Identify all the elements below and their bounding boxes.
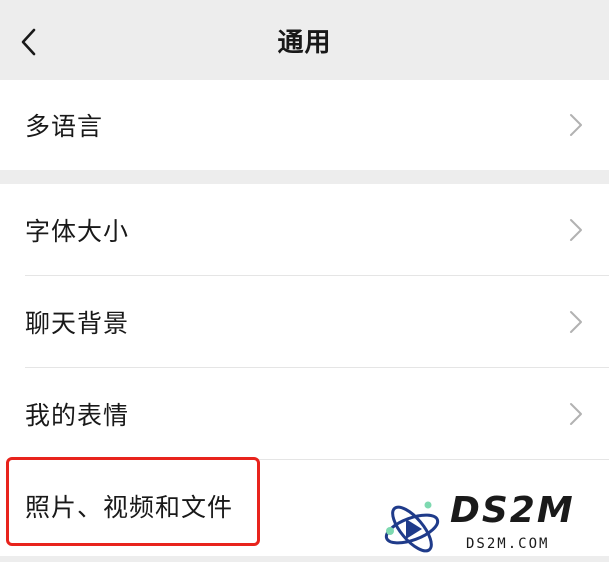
- watermark: DS2M DS2M.COM: [380, 490, 605, 560]
- watermark-site: DS2M.COM: [466, 536, 550, 552]
- chevron-right-icon: [570, 311, 582, 333]
- menu-item-label: 多语言: [25, 112, 104, 141]
- menu-item-label: 字体大小: [25, 217, 130, 246]
- page-title: 通用: [277, 27, 332, 58]
- menu-item-label: 我的表情: [25, 401, 130, 430]
- menu-item-language[interactable]: 多语言: [0, 80, 609, 170]
- nav-bar: 通用: [0, 0, 609, 80]
- watermark-brand: DS2M: [450, 490, 575, 531]
- menu-item-chat-background[interactable]: 聊天背景: [0, 276, 609, 368]
- watermark-logo-icon: [384, 501, 440, 553]
- chevron-right-icon: [570, 114, 582, 136]
- back-button[interactable]: [20, 22, 56, 62]
- chevron-right-icon: [570, 403, 582, 425]
- menu-item-my-stickers[interactable]: 我的表情: [0, 368, 609, 460]
- menu-item-label: 聊天背景: [25, 309, 130, 338]
- chevron-right-icon: [570, 219, 582, 241]
- menu-item-label: 照片、视频和文件: [25, 493, 234, 522]
- chevron-left-icon: [21, 28, 36, 56]
- settings-group-language: 多语言: [0, 80, 609, 170]
- menu-item-font-size[interactable]: 字体大小: [0, 184, 609, 276]
